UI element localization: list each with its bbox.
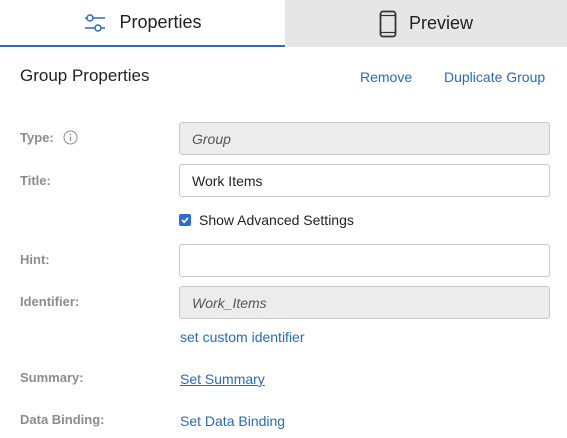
title-label: Title: [20, 173, 51, 188]
set-summary-link[interactable]: Set Summary [180, 371, 265, 387]
type-field: Group [179, 122, 550, 155]
type-label: Type: [20, 130, 54, 145]
tab-preview[interactable]: Preview [285, 0, 567, 47]
tab-properties-label: Properties [119, 12, 202, 32]
tab-properties[interactable]: Properties [0, 0, 285, 47]
summary-label: Summary: [20, 370, 84, 385]
info-icon[interactable] [63, 130, 78, 150]
set-data-binding-link[interactable]: Set Data Binding [180, 413, 285, 429]
identifier-label: Identifier: [20, 294, 80, 309]
duplicate-group-button[interactable]: Duplicate Group [444, 69, 545, 85]
page-title: Group Properties [20, 66, 150, 85]
sliders-icon [83, 12, 107, 34]
phone-icon [379, 10, 397, 38]
identifier-field: Work_Items [179, 286, 550, 319]
advanced-settings-row: Show Advanced Settings [179, 212, 354, 228]
hint-input[interactable] [179, 244, 550, 277]
data-binding-label: Data Binding: [20, 412, 105, 427]
hint-label: Hint: [20, 252, 50, 267]
tab-bar: Properties Preview [0, 0, 567, 47]
remove-button[interactable]: Remove [360, 69, 412, 85]
title-input[interactable]: Work Items [179, 164, 550, 197]
advanced-settings-checkbox[interactable] [179, 214, 191, 226]
tab-preview-label: Preview [408, 13, 474, 33]
set-custom-identifier-link[interactable]: set custom identifier [180, 329, 305, 345]
advanced-settings-label[interactable]: Show Advanced Settings [199, 212, 354, 228]
